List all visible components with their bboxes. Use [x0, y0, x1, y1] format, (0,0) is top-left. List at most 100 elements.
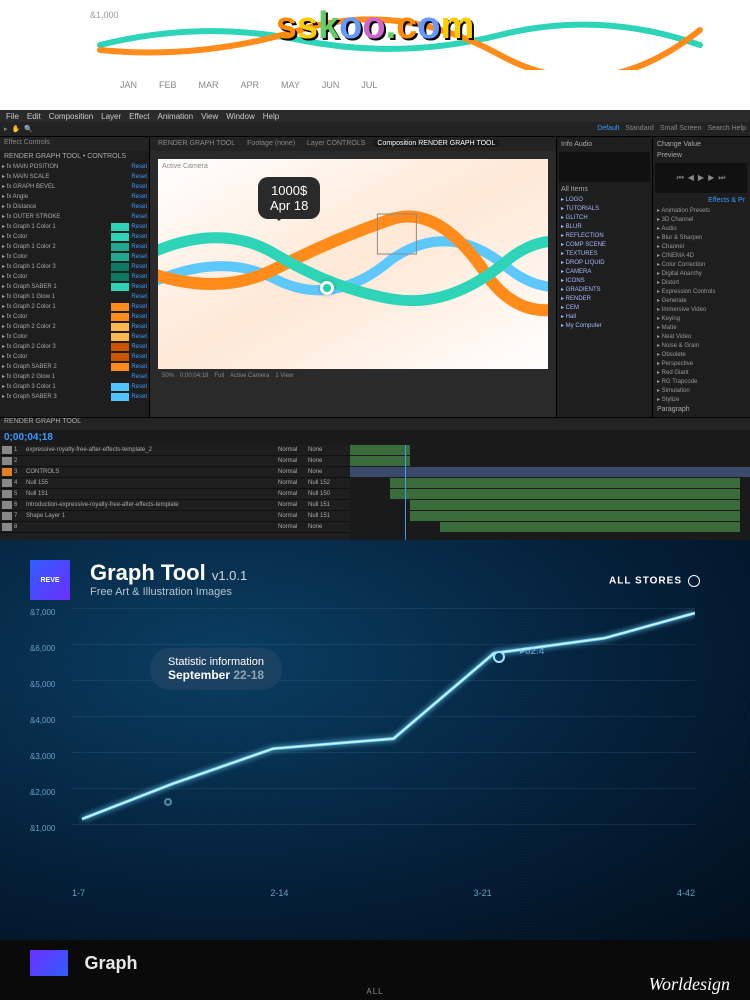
track-bar[interactable]: [390, 478, 740, 488]
color-swatch[interactable]: [111, 273, 129, 281]
menu-window[interactable]: Window: [226, 112, 254, 121]
reset-button[interactable]: Reset: [131, 314, 147, 320]
effect-row[interactable]: ▸ fx MAIN SCALEReset: [2, 172, 147, 182]
selection-tool-icon[interactable]: ▸: [4, 125, 8, 133]
category-item[interactable]: ▸ RG Trapcode: [655, 377, 747, 386]
effect-row[interactable]: ▸ fx Graph 2 Color 2Reset: [2, 322, 147, 332]
effect-row[interactable]: ▸ fx Graph 1 Color 3Reset: [2, 262, 147, 272]
view-count[interactable]: 1 View: [275, 373, 293, 379]
category-item[interactable]: ▸ 3D Channel: [655, 215, 747, 224]
zoom-level[interactable]: 50%: [162, 373, 174, 379]
menu-edit[interactable]: Edit: [27, 112, 41, 121]
reset-button[interactable]: Reset: [131, 304, 147, 310]
asset-item[interactable]: ▸ CAMERA: [559, 267, 650, 276]
category-item[interactable]: ▸ Immersive Video: [655, 305, 747, 314]
prev-frame-icon[interactable]: ◀: [688, 173, 694, 182]
asset-item[interactable]: ▸ BLUR: [559, 222, 650, 231]
menu-view[interactable]: View: [201, 112, 218, 121]
reset-button[interactable]: Reset: [131, 174, 147, 180]
track-bar[interactable]: [410, 500, 740, 510]
playhead[interactable]: [405, 445, 406, 540]
effect-row[interactable]: ▸ fx ColorReset: [2, 352, 147, 362]
color-swatch[interactable]: [111, 363, 129, 371]
category-item[interactable]: ▸ Color Correction: [655, 260, 747, 269]
bottom-all-label[interactable]: ALL: [366, 987, 383, 996]
color-swatch[interactable]: [111, 383, 129, 391]
workspace-small[interactable]: Small Screen: [660, 125, 702, 132]
color-swatch[interactable]: [111, 283, 129, 291]
reset-button[interactable]: Reset: [131, 324, 147, 330]
reset-button[interactable]: Reset: [131, 384, 147, 390]
reset-button[interactable]: Reset: [131, 364, 147, 370]
resolution[interactable]: Full: [214, 373, 224, 379]
track-bar[interactable]: [350, 456, 410, 466]
asset-item[interactable]: ▸ DROP LIQUID: [559, 258, 650, 267]
asset-item[interactable]: ▸ GRADIENTS: [559, 285, 650, 294]
reset-button[interactable]: Reset: [131, 164, 147, 170]
reset-button[interactable]: Reset: [131, 334, 147, 340]
reset-button[interactable]: Reset: [131, 214, 147, 220]
comp-tab[interactable]: RENDER GRAPH TOOL: [154, 140, 239, 147]
color-swatch[interactable]: [111, 223, 129, 231]
effect-controls-tab[interactable]: Effect Controls: [4, 139, 50, 149]
data-point-highlight[interactable]: [493, 651, 505, 663]
all-stores-button[interactable]: ALL STORES: [609, 575, 700, 587]
color-swatch[interactable]: [111, 333, 129, 341]
assets-header[interactable]: All Items: [559, 184, 650, 195]
reset-button[interactable]: Reset: [131, 264, 147, 270]
category-item[interactable]: ▸ Animation Presets: [655, 206, 747, 215]
timeline-timecode[interactable]: 0;00;04;18: [0, 430, 57, 445]
category-item[interactable]: ▸ Generate: [655, 296, 747, 305]
effect-row[interactable]: ▸ fx Graph SABER 1Reset: [2, 282, 147, 292]
category-item[interactable]: ▸ Simulation: [655, 386, 747, 395]
effect-row[interactable]: ▸ fx MAIN POSITIONReset: [2, 162, 147, 172]
asset-item[interactable]: ▸ RENDER: [559, 294, 650, 303]
color-swatch[interactable]: [111, 393, 129, 401]
layer-row[interactable]: 2NormalNone: [0, 456, 350, 467]
last-frame-icon[interactable]: ⏭: [718, 173, 725, 183]
zoom-tool-icon[interactable]: 🔍: [24, 125, 33, 133]
category-item[interactable]: ▸ Obsolete: [655, 350, 747, 359]
reset-button[interactable]: Reset: [131, 394, 147, 400]
effect-row[interactable]: ▸ fx Graph 2 Color 1Reset: [2, 302, 147, 312]
effect-row[interactable]: ▸ fx ColorReset: [2, 232, 147, 242]
asset-item[interactable]: ▸ TEXTURES: [559, 249, 650, 258]
layer-row[interactable]: 4Null 155NormalNull 152: [0, 478, 350, 489]
menu-effect[interactable]: Effect: [129, 112, 149, 121]
reset-button[interactable]: Reset: [131, 204, 147, 210]
reset-button[interactable]: Reset: [131, 254, 147, 260]
category-item[interactable]: ▸ Keying: [655, 314, 747, 323]
color-swatch[interactable]: [111, 303, 129, 311]
color-swatch[interactable]: [111, 243, 129, 251]
reset-button[interactable]: Reset: [131, 244, 147, 250]
effect-row[interactable]: ▸ fx DistanceReset: [2, 202, 147, 212]
effect-row[interactable]: ▸ fx Graph 1 Color 1Reset: [2, 222, 147, 232]
reset-button[interactable]: Reset: [131, 234, 147, 240]
effect-row[interactable]: ▸ fx ColorReset: [2, 332, 147, 342]
effect-row[interactable]: ▸ fx Graph SABER 3Reset: [2, 392, 147, 402]
asset-item[interactable]: ▸ My Computer: [559, 321, 650, 330]
color-swatch[interactable]: [111, 353, 129, 361]
effect-row[interactable]: ▸ fx Graph 2 Glow 1Reset: [2, 372, 147, 382]
track-area[interactable]: [350, 445, 750, 540]
reset-button[interactable]: Reset: [131, 374, 147, 380]
reset-button[interactable]: Reset: [131, 294, 147, 300]
menu-file[interactable]: File: [6, 112, 19, 121]
layer-row[interactable]: 8NormalNone: [0, 522, 350, 533]
effect-row[interactable]: ▸ fx Graph 2 Color 3Reset: [2, 342, 147, 352]
asset-item[interactable]: ▸ Hall: [559, 312, 650, 321]
effect-row[interactable]: ▸ fx Graph 1 Glow 1Reset: [2, 292, 147, 302]
reset-button[interactable]: Reset: [131, 344, 147, 350]
effect-row[interactable]: ▸ fx Graph 1 Color 2Reset: [2, 242, 147, 252]
effect-row[interactable]: ▸ fx OUTER STROKEReset: [2, 212, 147, 222]
category-item[interactable]: ▸ Noise & Grain: [655, 341, 747, 350]
asset-item[interactable]: ▸ CEM: [559, 303, 650, 312]
effects-presets-tab[interactable]: Effects & Pr: [655, 195, 747, 206]
layer-row[interactable]: 6Introduction-expressive-royalty-free-af…: [0, 500, 350, 511]
layer-row[interactable]: 7Shape Layer 1NormalNull 151: [0, 511, 350, 522]
category-item[interactable]: ▸ Digital Anarchy: [655, 269, 747, 278]
camera-select[interactable]: Active Camera: [230, 373, 269, 379]
audio-tab[interactable]: Audio: [574, 141, 592, 148]
layer-row[interactable]: 3CONTROLSNormalNone: [0, 467, 350, 478]
track-bar[interactable]: [350, 467, 750, 477]
